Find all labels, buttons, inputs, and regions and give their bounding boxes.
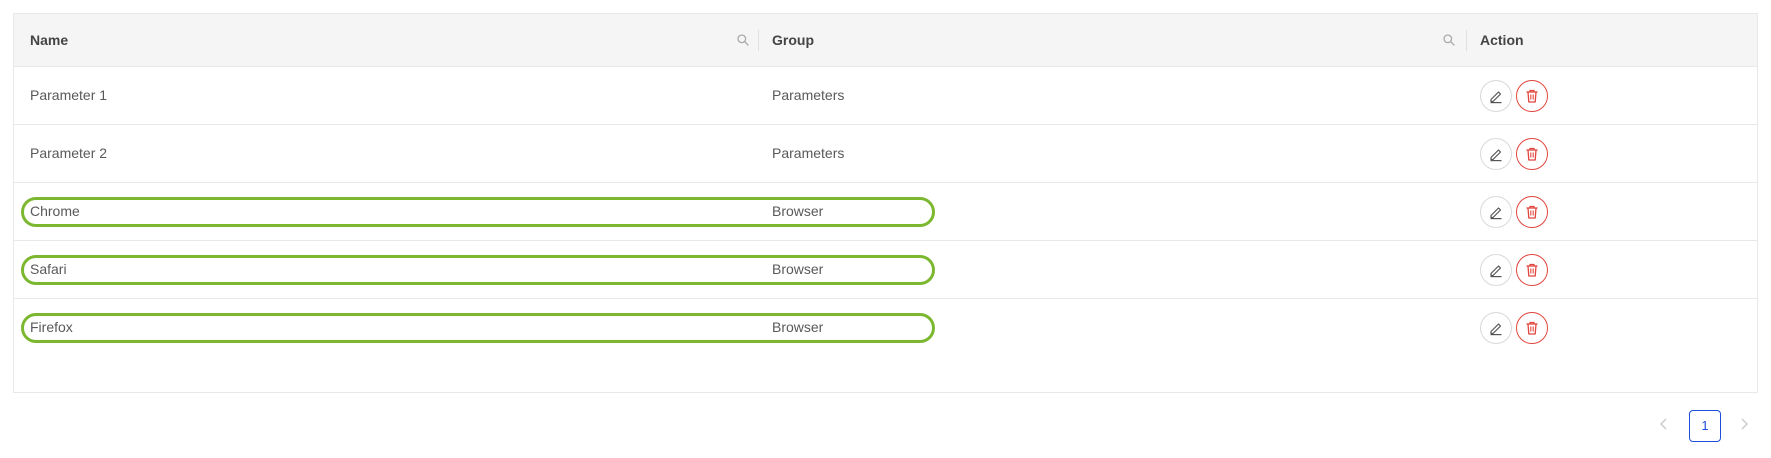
delete-button[interactable]: [1516, 80, 1548, 112]
cell-name: Firefox: [30, 319, 73, 335]
table-row[interactable]: Firefox Browser: [14, 299, 1757, 357]
table-row[interactable]: Chrome Browser: [14, 183, 1757, 241]
delete-button[interactable]: [1516, 254, 1548, 286]
cell-name: Chrome: [30, 203, 80, 219]
edit-button[interactable]: [1480, 196, 1512, 228]
column-divider[interactable]: [758, 30, 759, 51]
cell-group: Parameters: [772, 145, 845, 161]
delete-button[interactable]: [1516, 138, 1548, 170]
edit-button[interactable]: [1480, 312, 1512, 344]
cell-group: Parameters: [772, 87, 845, 103]
column-header-group[interactable]: Group: [772, 14, 814, 66]
name-column-search-icon[interactable]: [736, 33, 750, 47]
cell-name: Parameter 2: [30, 145, 108, 161]
cell-name: Safari: [30, 261, 67, 277]
chevron-left-icon: [1660, 418, 1667, 430]
pagination-next-button[interactable]: [1734, 414, 1754, 434]
pencil-icon: [1488, 320, 1504, 336]
column-header-name[interactable]: Name: [30, 14, 68, 66]
pagination-page-1[interactable]: 1: [1689, 410, 1721, 442]
pencil-icon: [1488, 204, 1504, 220]
column-divider[interactable]: [1466, 30, 1467, 51]
table-row[interactable]: Safari Browser: [14, 241, 1757, 299]
data-table: Name Group Action Parameter 1 Parameters P…: [13, 13, 1758, 393]
trash-icon: [1524, 320, 1540, 336]
table-header: Name Group Action: [14, 14, 1757, 67]
delete-button[interactable]: [1516, 196, 1548, 228]
cell-group: Browser: [772, 203, 824, 219]
pencil-icon: [1488, 88, 1504, 104]
delete-button[interactable]: [1516, 312, 1548, 344]
group-column-search-icon[interactable]: [1442, 33, 1456, 47]
edit-button[interactable]: [1480, 254, 1512, 286]
pagination-prev-button[interactable]: [1654, 414, 1674, 434]
column-header-action: Action: [1480, 32, 1524, 48]
cell-name: Parameter 1: [30, 87, 108, 103]
trash-icon: [1524, 146, 1540, 162]
table-row[interactable]: Parameter 1 Parameters: [14, 67, 1757, 125]
trash-icon: [1524, 262, 1540, 278]
pencil-icon: [1488, 146, 1504, 162]
edit-button[interactable]: [1480, 80, 1512, 112]
pencil-icon: [1488, 262, 1504, 278]
chevron-right-icon: [1741, 418, 1748, 430]
table-row[interactable]: Parameter 2 Parameters: [14, 125, 1757, 183]
edit-button[interactable]: [1480, 138, 1512, 170]
cell-group: Browser: [772, 261, 824, 277]
cell-group: Browser: [772, 319, 824, 335]
trash-icon: [1524, 88, 1540, 104]
trash-icon: [1524, 204, 1540, 220]
